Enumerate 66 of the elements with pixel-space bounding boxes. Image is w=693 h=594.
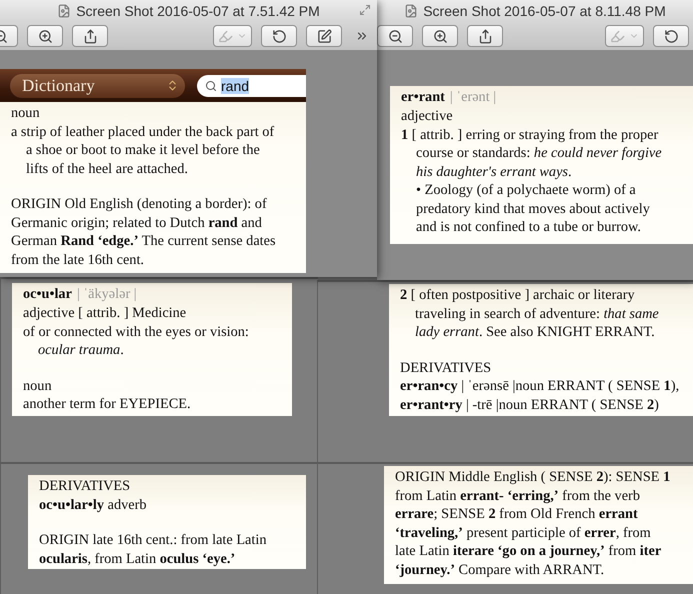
entry-text: ocularis, from Latin oculus ‘eye.’	[39, 550, 236, 568]
document-icon	[404, 4, 418, 18]
entry-text: ocular trauma.	[37, 341, 125, 360]
pronunciation: | ˈerənt |	[450, 88, 496, 107]
share-button[interactable]	[467, 25, 503, 47]
entry-text: DERIVATIVES	[39, 477, 132, 496]
pronunciation: | ˈäkyələr |	[76, 285, 137, 304]
zoom-out-button[interactable]	[377, 25, 413, 47]
rotate-icon	[664, 28, 678, 44]
source-dropdown[interactable]: Dictionary	[10, 74, 185, 98]
highlighter-icon	[218, 28, 233, 44]
entry-text: from Latin errant- ‘erring,’ from the verb	[395, 486, 641, 505]
share-icon	[82, 28, 98, 44]
zoom-out-icon	[388, 28, 402, 44]
entry-text: DERIVATIVES	[400, 358, 492, 377]
entry-text: errare; SENSE 2 from Old French errant	[395, 505, 639, 524]
edit-button[interactable]	[306, 25, 342, 47]
entry-text: er•ran•cy | ˈerənsē |noun ERRANT ( SENSE 1),	[400, 377, 680, 396]
headword: oc•u•lar	[23, 285, 72, 304]
entry-text: Germanic origin; related to Dutch rand and	[11, 214, 263, 232]
entry-text: oc•u•lar•ly adverb	[39, 496, 148, 514]
entry-text: his daughter's errant ways.	[415, 162, 573, 181]
entry-text: late Latin iterare ‘go on a journey,’ from iter	[395, 542, 662, 560]
entry-text: of or connected with the eyes or vision:	[23, 322, 250, 341]
entry-text: German Rand ‘edge.’ The current sense dates	[11, 232, 277, 250]
entry-text: from the late 16th cent.	[11, 250, 145, 269]
entry-text: ORIGIN Middle English ( SENSE 2): SENSE 1	[395, 468, 672, 486]
entry-text: 1 [ attrib. ] erring or straying from the proper	[401, 126, 660, 144]
highlighter-icon	[610, 28, 625, 44]
window-title: Screen Shot 2016-05-07 at 8.11.48 PM	[423, 3, 666, 19]
entry-text: lifts of the heel are attached.	[25, 160, 189, 178]
entry-text: er•rant•ry | -trē |noun ERRANT ( SENSE 2)	[400, 396, 660, 414]
headword: er•rant	[401, 88, 445, 107]
share-icon	[478, 28, 492, 44]
entry-text: a shoe or boot to make it level before the	[25, 141, 261, 160]
search-field[interactable]: rand	[197, 74, 306, 96]
share-button[interactable]	[72, 25, 108, 47]
rotate-button[interactable]	[261, 25, 297, 47]
entry-text: ORIGIN late 16th cent.: from late Latin	[39, 531, 268, 550]
zoom-in-button[interactable]	[27, 25, 63, 47]
entry-text: noun	[11, 104, 41, 122]
entry-text: adjective [ attrib. ] Medicine	[23, 304, 188, 322]
entry-text: and is not confined to a tube or burrow.	[415, 218, 642, 236]
entry-text: noun	[23, 376, 53, 395]
rotate-icon	[272, 28, 286, 44]
entry-text: another term for EYEPIECE.	[23, 395, 192, 414]
entry-text: a strip of leather placed under the back part of	[11, 122, 276, 141]
rotate-button[interactable]	[653, 25, 689, 47]
entry-text: adjective	[401, 107, 454, 126]
entry-text: 2 [ often postpositive ] archaic or literary	[400, 286, 636, 304]
entry-text: course or standards: he could never forgive	[415, 144, 663, 162]
search-icon	[205, 80, 217, 92]
fullscreen-icon	[359, 4, 371, 16]
document-icon	[57, 4, 72, 18]
entry-text: ‘journey.’ Compare with ARRANT.	[395, 560, 606, 579]
pen-icon	[316, 28, 332, 44]
entry-text: lady errant. See also KNIGHT ERRANT.	[414, 323, 656, 342]
zoom-in-icon	[432, 28, 448, 44]
zoom-in-button[interactable]	[422, 25, 458, 47]
entry-text: predatory kind that moves about actively	[415, 200, 651, 218]
entry-text: ORIGIN Old English (denoting a border): of	[11, 195, 268, 214]
zoom-in-icon	[38, 28, 52, 44]
window-title: Screen Shot 2016-05-07 at 7.51.42 PM	[76, 3, 320, 19]
entry-text: ‘traveling,’ present participle of errer, from	[395, 524, 652, 542]
entry-text: traveling in search of adventure: that same	[414, 304, 660, 323]
entry-text: • Zoology (of a polychaete worm) of a	[415, 181, 637, 200]
